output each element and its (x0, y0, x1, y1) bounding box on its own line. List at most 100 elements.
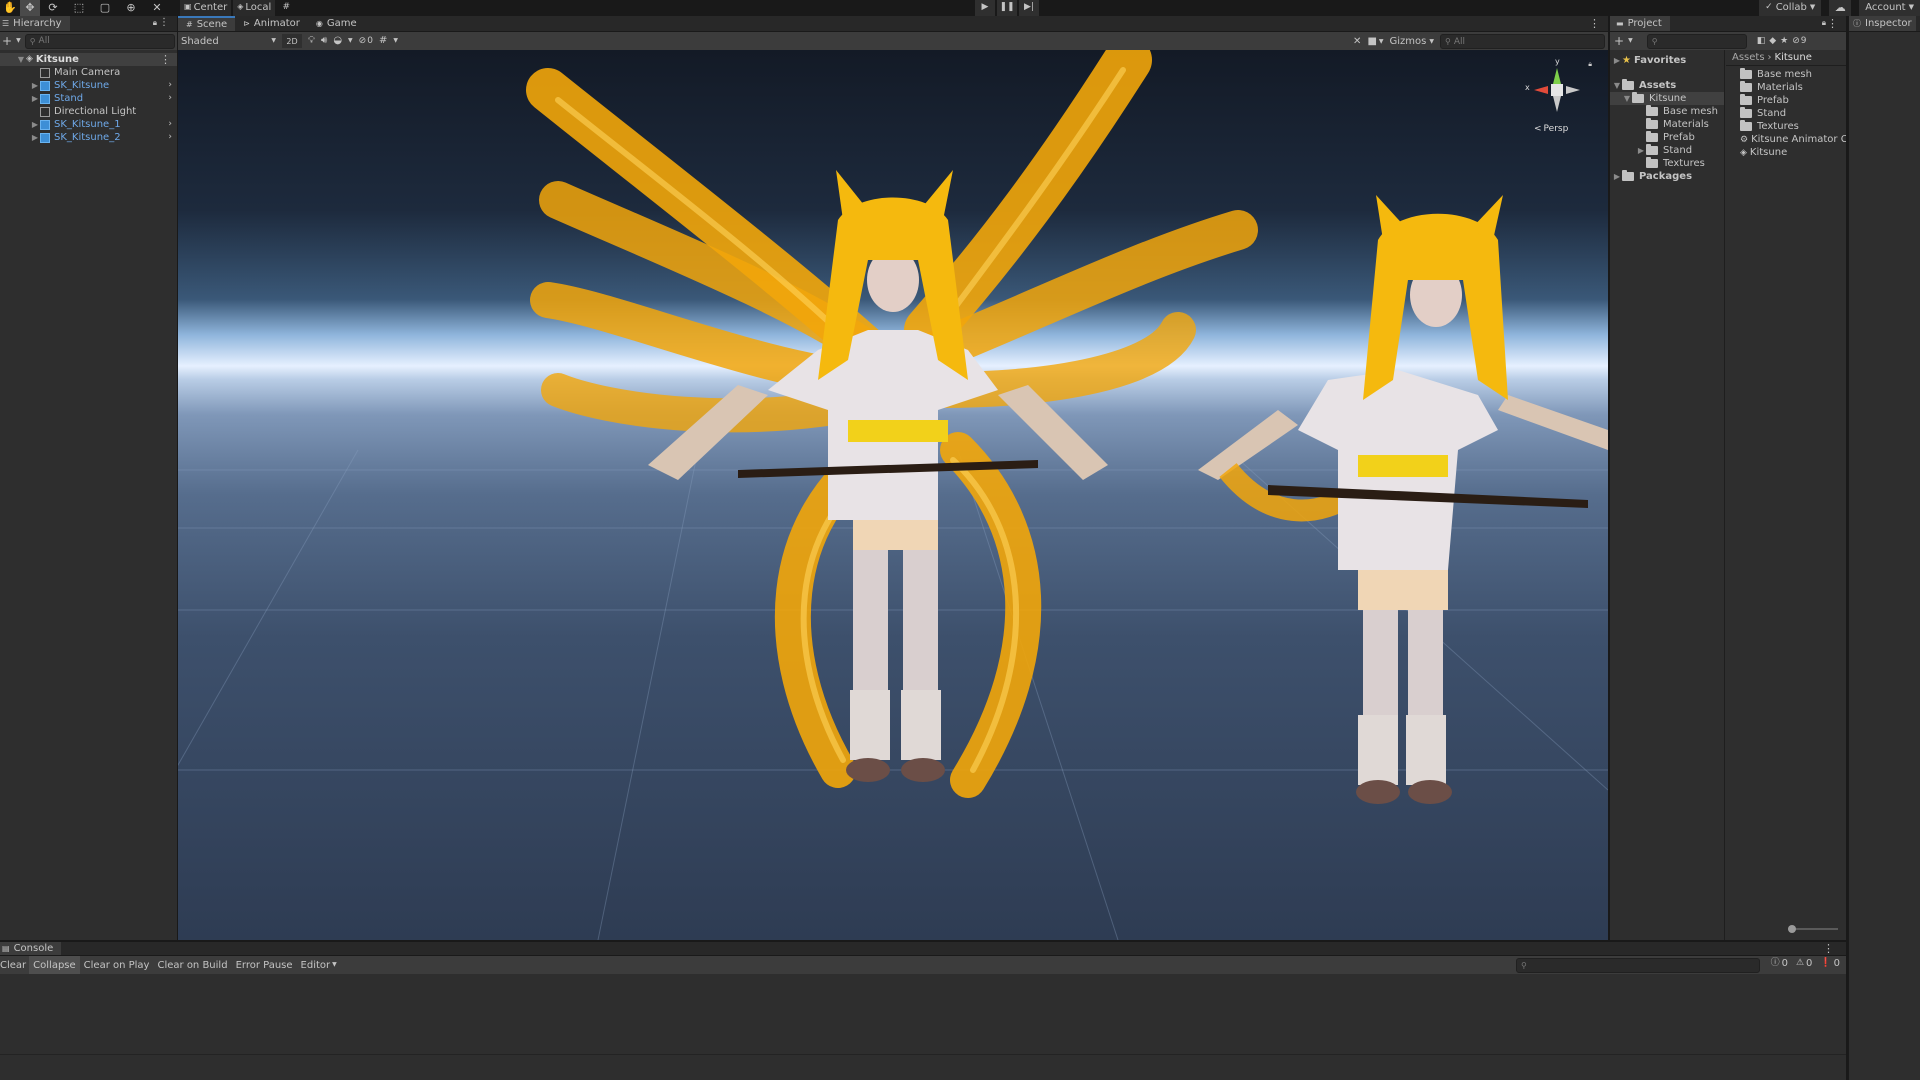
tab-game[interactable]: ◉ Game (308, 16, 365, 31)
expand-icon[interactable]: ▼ (1622, 94, 1632, 103)
grid-snap-icon[interactable]: # (277, 0, 295, 16)
audio-icon[interactable]: 🔊︎ (321, 36, 327, 46)
pause-button[interactable]: ❚❚ (997, 0, 1017, 16)
chevron-down-icon[interactable]: ▼ (16, 38, 21, 44)
pivot-local-button[interactable]: ◈ Local (233, 0, 276, 16)
breadcrumb-assets[interactable]: Assets (1732, 52, 1765, 63)
chevron-down-icon[interactable]: ▼ (348, 38, 353, 44)
projection-toggle[interactable]: < Persp (1534, 124, 1568, 134)
clear-button[interactable]: Clear (0, 956, 29, 974)
orientation-gizmo[interactable]: y x 🔒︎ < Persp (1522, 57, 1592, 140)
more-icon[interactable]: ⋮ (1823, 943, 1834, 954)
expand-icon[interactable]: ▶ (30, 120, 40, 129)
collapse-button[interactable]: Collapse (29, 956, 80, 974)
error-count-toggle[interactable]: ❗ 0 (1820, 958, 1840, 969)
lock-icon[interactable]: 🔒︎ (1822, 19, 1826, 27)
chevron-right-icon[interactable]: › (168, 81, 172, 90)
shading-mode-dropdown[interactable]: Shaded ▼ (181, 36, 276, 47)
pivot-center-button[interactable]: ▣ Center (180, 0, 232, 16)
chevron-right-icon[interactable]: › (168, 94, 172, 103)
hierarchy-item-main-camera[interactable]: Main Camera (0, 66, 177, 79)
assets-item[interactable]: ▼ Assets (1610, 79, 1724, 92)
expand-icon[interactable]: ▶ (30, 133, 40, 142)
icon-size-slider[interactable] (1788, 924, 1838, 934)
asset-item-textures[interactable]: Textures (1740, 120, 1846, 133)
tools-icon[interactable]: ✕ (1353, 36, 1361, 47)
asset-item-base-mesh[interactable]: Base mesh (1740, 68, 1846, 81)
subfolder-prefab[interactable]: Prefab (1610, 131, 1724, 144)
clear-on-build-button[interactable]: Clear on Build (153, 956, 231, 974)
scene-viewport[interactable]: y x 🔒︎ < Persp (178, 50, 1608, 940)
asset-item-animator-controller[interactable]: ⚙ Kitsune Animator Co (1740, 133, 1846, 146)
lock-icon[interactable]: 🔒︎ (153, 19, 157, 27)
step-button[interactable]: ▶| (1019, 0, 1039, 16)
asset-item-kitsune-scene[interactable]: ◈ Kitsune (1740, 146, 1846, 159)
hand-tool-icon[interactable]: ✋ (0, 0, 20, 16)
collab-button[interactable]: ✓ Collab ▼ (1759, 0, 1822, 16)
hierarchy-item-directional-light[interactable]: Directional Light (0, 105, 177, 118)
tab-animator[interactable]: ⊳ Animator (235, 16, 308, 31)
expand-icon[interactable]: ▶ (1612, 172, 1622, 181)
move-tool-icon[interactable]: ✥ (20, 0, 40, 16)
breadcrumb-kitsune[interactable]: Kitsune (1775, 52, 1812, 63)
expand-icon[interactable]: ▼ (1612, 81, 1622, 90)
tab-console[interactable]: ▤ Console (0, 942, 62, 955)
expand-icon[interactable]: ▼ (16, 55, 26, 64)
cloud-icon[interactable]: ☁ (1829, 0, 1852, 16)
expand-icon[interactable]: ▶ (1636, 146, 1646, 155)
hidden-packages-toggle[interactable]: ⊘ 9 (1792, 36, 1806, 46)
gizmos-dropdown[interactable]: Gizmos ▼ (1390, 36, 1434, 47)
rotate-tool-icon[interactable]: ⟳ (40, 0, 66, 16)
account-button[interactable]: Account ▼ (1859, 0, 1920, 16)
hierarchy-item-sk-kitsune-2[interactable]: ▶ SK_Kitsune_2 › (0, 131, 177, 144)
chevron-down-icon[interactable]: ▼ (1628, 38, 1633, 44)
subfolder-textures[interactable]: Textures (1610, 157, 1724, 170)
hierarchy-search-input[interactable]: ⚲ All (24, 33, 175, 49)
more-icon[interactable]: ⋮ (1827, 18, 1838, 29)
scale-tool-icon[interactable]: ⬚ (66, 0, 92, 16)
scene-root[interactable]: ▼ ◈ Kitsune ⋮ (0, 53, 177, 66)
packages-item[interactable]: ▶ Packages (1610, 170, 1724, 183)
asset-item-stand[interactable]: Stand (1740, 107, 1846, 120)
console-search-input[interactable]: ⚲ (1516, 958, 1760, 973)
transform-tool-icon[interactable]: ⊕ (118, 0, 144, 16)
hidden-objects-toggle[interactable]: ⊘ 0 (359, 36, 373, 46)
info-count-toggle[interactable]: ⓘ 0 (1771, 958, 1788, 969)
hierarchy-item-sk-kitsune[interactable]: ▶ SK_Kitsune › (0, 79, 177, 92)
play-button[interactable]: ▶ (975, 0, 995, 16)
kitsune-folder-item[interactable]: ▼ Kitsune (1610, 92, 1724, 105)
rect-tool-icon[interactable]: ▢ (92, 0, 118, 16)
console-detail-area[interactable] (0, 1054, 1846, 1080)
filter-type-icon[interactable]: ◧ (1757, 36, 1766, 46)
expand-icon[interactable]: ▶ (30, 94, 40, 103)
tab-inspector[interactable]: ⓘ Inspector (1849, 16, 1916, 31)
project-search-input[interactable]: ⚲ (1646, 33, 1747, 49)
tab-hierarchy[interactable]: ☰ Hierarchy (0, 16, 70, 31)
subfolder-materials[interactable]: Materials (1610, 118, 1724, 131)
asset-item-materials[interactable]: Materials (1740, 81, 1846, 94)
expand-icon[interactable]: ▶ (30, 81, 40, 90)
scene-search-input[interactable]: ⚲ All (1440, 34, 1605, 49)
effects-icon[interactable]: ◒ (333, 36, 342, 46)
mode-2d-button[interactable]: 2D (282, 34, 302, 48)
favorites-item[interactable]: ▶ ★ Favorites (1610, 54, 1724, 67)
editor-dropdown[interactable]: Editor ▼ (297, 956, 341, 974)
tab-project[interactable]: ▬ Project (1610, 16, 1670, 31)
grid-toggle-icon[interactable]: # (379, 36, 387, 46)
more-icon[interactable]: ⋮ (160, 54, 171, 65)
slider-thumb[interactable] (1788, 925, 1796, 933)
lock-icon[interactable]: 🔒︎ (1588, 60, 1592, 69)
custom-tool-icon[interactable]: ✕ (144, 0, 170, 16)
expand-icon[interactable]: ▶ (1612, 56, 1622, 65)
chevron-right-icon[interactable]: › (168, 120, 172, 129)
subfolder-base-mesh[interactable]: Base mesh (1610, 105, 1724, 118)
hierarchy-item-sk-kitsune-1[interactable]: ▶ SK_Kitsune_1 › (0, 118, 177, 131)
filter-label-icon[interactable]: ◆ (1769, 36, 1776, 46)
add-icon[interactable]: + (1614, 35, 1624, 47)
subfolder-stand[interactable]: ▶ Stand (1610, 144, 1724, 157)
error-pause-button[interactable]: Error Pause (232, 956, 297, 974)
tab-scene[interactable]: # Scene (178, 16, 236, 31)
console-log-area[interactable] (0, 974, 1846, 1054)
chevron-right-icon[interactable]: › (168, 133, 172, 142)
clear-on-play-button[interactable]: Clear on Play (80, 956, 154, 974)
